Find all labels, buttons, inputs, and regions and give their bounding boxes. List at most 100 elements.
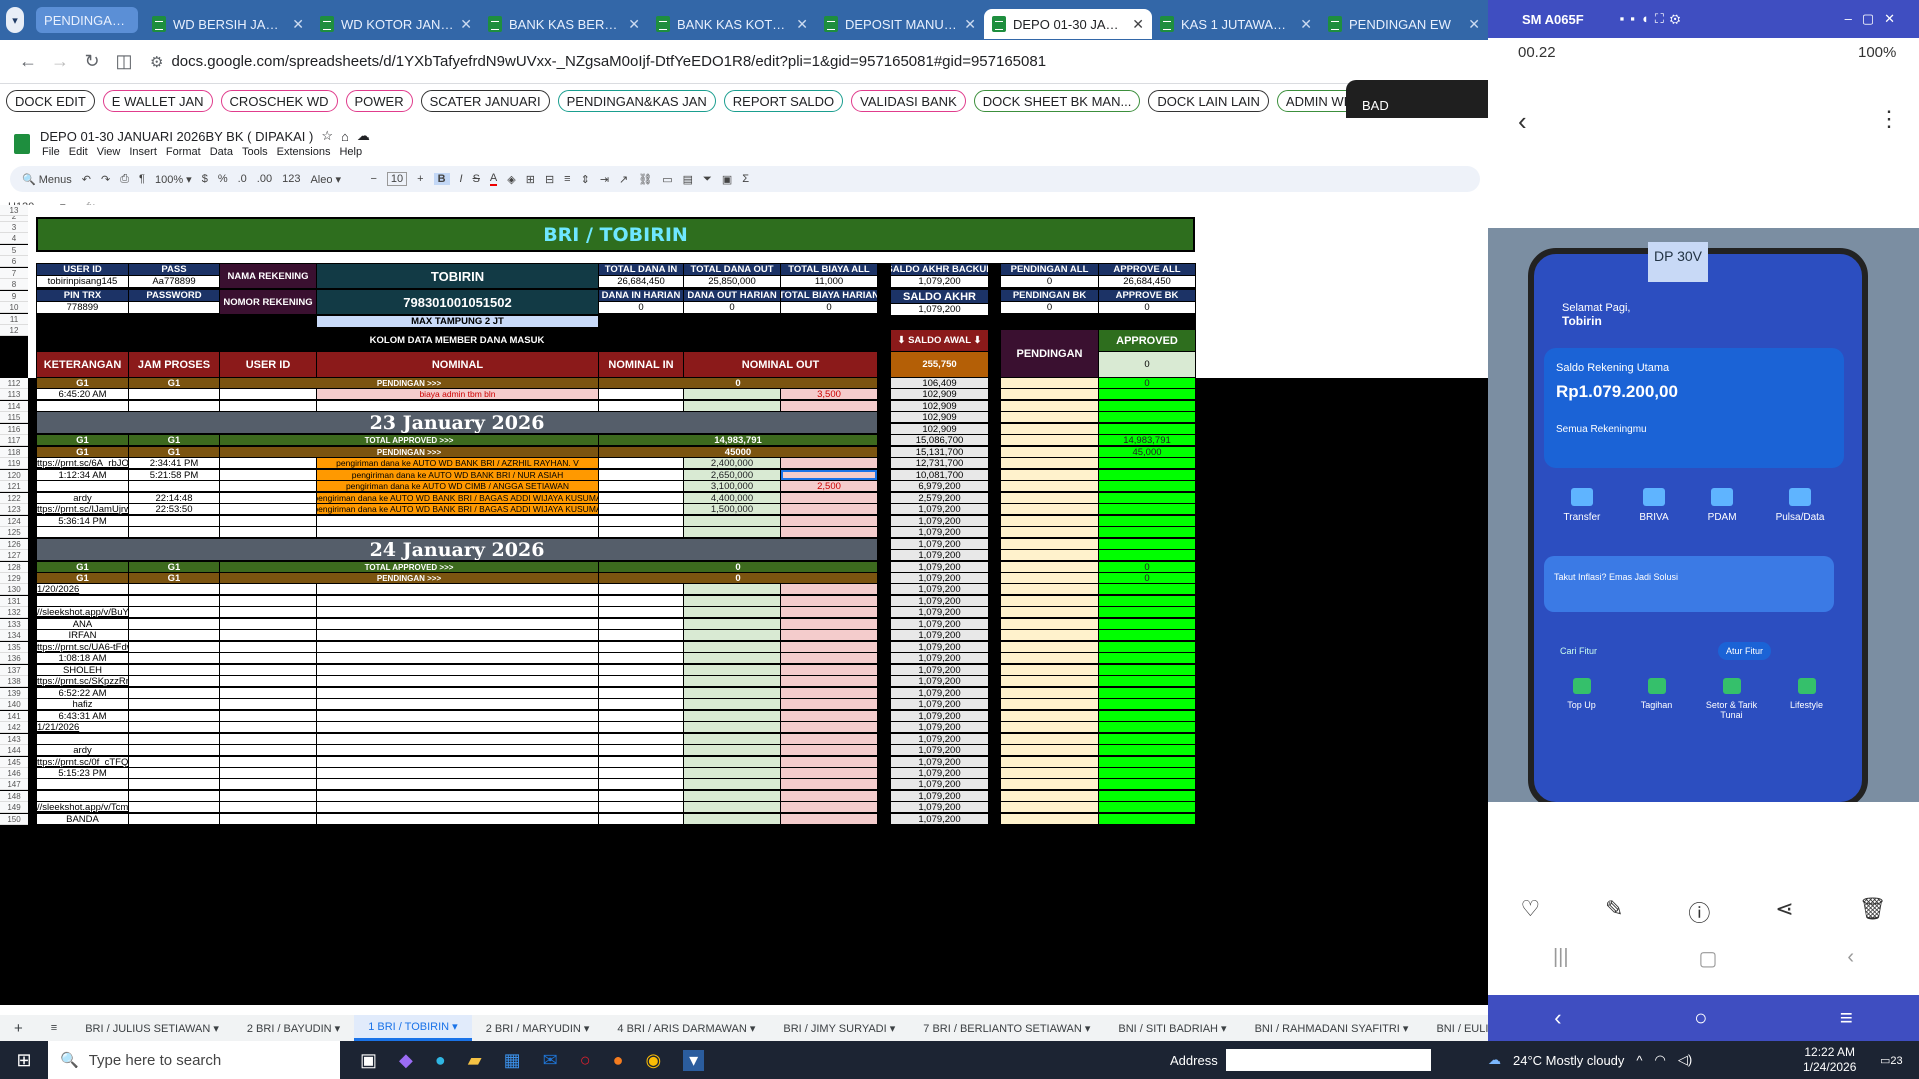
app-icon[interactable]: ▾	[683, 1049, 705, 1071]
row-header[interactable]: 115	[0, 412, 28, 423]
sheets-logo-icon[interactable]	[14, 134, 30, 154]
search-menus[interactable]: 🔍 Menus	[22, 173, 72, 186]
atur-fitur[interactable]: Atur Fitur	[1718, 642, 1772, 660]
row-header[interactable]: 8	[0, 279, 28, 290]
phone-tool-icons[interactable]: ▪▪◖⛶⚙	[1620, 11, 1687, 27]
row-header[interactable]: 146	[0, 768, 28, 779]
percent-button[interactable]: %	[218, 173, 228, 185]
menu-item[interactable]: Format	[166, 146, 201, 158]
row-header[interactable]: 142	[0, 722, 28, 733]
bookmark-item[interactable]: VALIDASI BANK	[851, 90, 966, 112]
close-tab-icon[interactable]: ✕	[1468, 16, 1480, 33]
forward-icon[interactable]: →	[44, 46, 76, 78]
all-sheets-icon[interactable]: ≡	[37, 1015, 71, 1041]
sheet-tab[interactable]: BRI / JULIUS SETIAWAN ▾	[71, 1015, 233, 1041]
row-header[interactable]: 113	[0, 389, 28, 400]
row-header[interactable]: 117	[0, 435, 28, 446]
task-view-icon[interactable]: ▣	[360, 1050, 377, 1071]
close-tab-icon[interactable]: ✕	[460, 16, 472, 33]
site-info-icon[interactable]: ⚙	[150, 53, 163, 71]
bookmark-item[interactable]: DOCK EDIT	[6, 90, 95, 112]
bookmark-item[interactable]: PENDINGAN&KAS JAN	[557, 90, 716, 112]
functions-icon[interactable]: Σ	[742, 173, 749, 185]
link-icon[interactable]: ⛓	[638, 173, 652, 186]
tab-search-icon[interactable]: ▾	[6, 7, 25, 33]
wifi-icon[interactable]: ◠	[1655, 1052, 1666, 1068]
browser-tab[interactable]: WD BERSIH JANUARI ✕	[144, 9, 312, 39]
row-header[interactable]: 125	[0, 527, 28, 538]
font-size-input[interactable]: 10	[386, 172, 408, 186]
star-icon[interactable]: ☆	[321, 128, 333, 144]
decrease-decimal-icon[interactable]: .0	[238, 173, 247, 185]
back-icon[interactable]: ←	[12, 46, 44, 78]
row-header[interactable]: 114	[0, 401, 28, 412]
promo-banner[interactable]: Takut Inflasi? Emas Jadi Solusi	[1544, 556, 1834, 612]
app-shortcut[interactable]: Pulsa/Data	[1776, 488, 1824, 548]
firefox-icon[interactable]: ●	[613, 1050, 624, 1071]
bookmark-item[interactable]: DOCK SHEET BK MAN...	[973, 90, 1141, 112]
rotate-icon[interactable]: ↗	[619, 173, 628, 186]
cloud-status-icon[interactable]: ☁	[357, 128, 370, 144]
app-shortcut[interactable]: BRIVA	[1639, 488, 1669, 548]
close-tab-icon[interactable]: ✕	[1300, 16, 1312, 33]
file-explorer-icon[interactable]: ▰	[468, 1050, 482, 1071]
home-icon[interactable]: ▢	[1699, 946, 1718, 971]
mail-icon[interactable]: ✉	[543, 1050, 558, 1071]
delete-icon[interactable]: 🗑	[1859, 896, 1887, 928]
browser-tab[interactable]: WD KOTOR JANUARI ✕	[312, 9, 480, 39]
menu-item[interactable]: Data	[210, 146, 233, 158]
sheet-grid[interactable]: 12345678910111213BRI / TOBIRINUSER IDPAS…	[0, 205, 1488, 1005]
app-shortcut[interactable]: PDAM	[1708, 488, 1737, 548]
cari-fitur[interactable]: Cari Fitur	[1560, 646, 1597, 656]
valign-icon[interactable]: ⇕	[581, 173, 590, 186]
merge-icon[interactable]: ⊟	[545, 173, 554, 186]
notification-icon[interactable]: ▭23	[1880, 1054, 1903, 1067]
row-header[interactable]: 7	[0, 268, 28, 279]
row-header[interactable]: 10	[0, 302, 28, 313]
address-toolbar-input[interactable]	[1225, 1049, 1431, 1071]
opera-icon[interactable]: ○	[580, 1050, 591, 1071]
row-header[interactable]: 123	[0, 504, 28, 515]
url-field[interactable]: ⚙ docs.google.com/spreadsheets/d/1YXbTaf…	[150, 53, 1046, 71]
app-shortcut[interactable]: Transfer	[1564, 488, 1600, 548]
browser-tab[interactable]: PENDINGAN EW ✕	[1320, 9, 1488, 39]
row-header[interactable]: 119	[0, 458, 28, 469]
increase-decimal-icon[interactable]: .00	[257, 173, 272, 185]
copilot-icon[interactable]: ◆	[399, 1050, 413, 1071]
bookmark-item[interactable]: E WALLET JAN	[102, 90, 213, 112]
sheet-tab[interactable]: BRI / JIMY SURYADI ▾	[769, 1015, 909, 1041]
row-header[interactable]: 143	[0, 734, 28, 745]
row-header[interactable]: 148	[0, 791, 28, 802]
font-select[interactable]: Aleo ▾	[310, 173, 360, 186]
row-header[interactable]: 122	[0, 493, 28, 504]
row-header[interactable]: 138	[0, 676, 28, 687]
row-header[interactable]: 144	[0, 745, 28, 756]
paint-format-icon[interactable]: ¶	[139, 173, 145, 185]
menu-shortcut[interactable]: Setor & Tarik Tunai	[1702, 678, 1762, 738]
row-header[interactable]: 118	[0, 447, 28, 458]
semua-rekening[interactable]: Semua Rekeningmu	[1556, 424, 1832, 435]
filter-views-icon[interactable]: ▣	[722, 173, 732, 186]
row-header[interactable]: 9	[0, 291, 28, 302]
row-header[interactable]: 150	[0, 814, 28, 825]
browser-tab[interactable]: DEPOSIT MANUAL ✕	[816, 9, 984, 39]
row-header[interactable]: 128	[0, 562, 28, 573]
more-formats-button[interactable]: 123	[282, 173, 300, 185]
close-tab-icon[interactable]: ✕	[628, 16, 640, 33]
volume-icon[interactable]: ◁)	[1678, 1052, 1692, 1068]
bookmark-item[interactable]: DOCK LAIN LAIN	[1148, 90, 1269, 112]
row-header[interactable]: 134	[0, 630, 28, 641]
taskbar-search[interactable]: 🔍 Type here to search	[48, 1041, 340, 1079]
row-header[interactable]: 126	[0, 539, 28, 550]
row-header[interactable]: 136	[0, 653, 28, 664]
close-tab-icon[interactable]: ✕	[292, 16, 304, 33]
row-header[interactable]: 11	[0, 314, 28, 325]
sheet-tab[interactable]: 4 BRI / ARIS DARMAWAN ▾	[603, 1015, 769, 1041]
row-header[interactable]: 6	[0, 256, 28, 267]
zoom-select[interactable]: 100% ▾	[155, 173, 192, 186]
row-header[interactable]: 145	[0, 757, 28, 768]
menu-shortcut[interactable]: Lifestyle	[1777, 678, 1837, 738]
sheet-tab[interactable]: 2 BRI / BAYUDIN ▾	[233, 1015, 354, 1041]
sheet-tab[interactable]: BNI / RAHMADANI SYAFITRI ▾	[1241, 1015, 1423, 1041]
mirror-home-icon[interactable]: ○	[1694, 1005, 1707, 1031]
